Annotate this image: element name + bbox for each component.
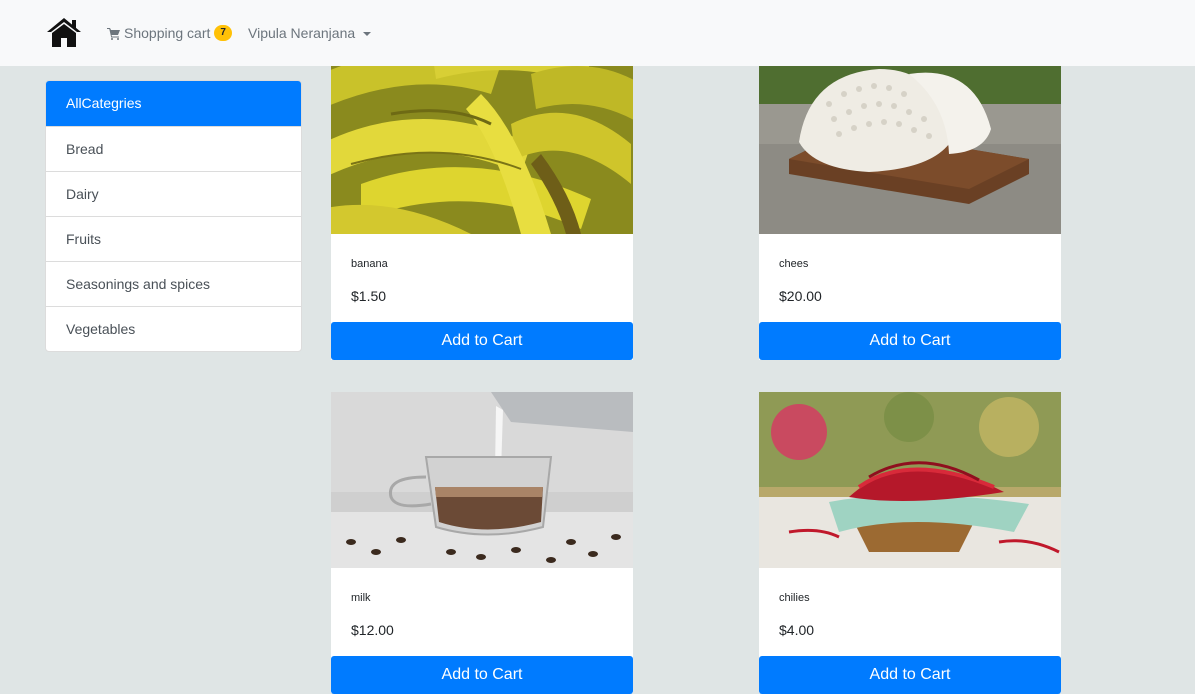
product-name: milk [351, 592, 371, 604]
add-to-cart-button[interactable]: Add to Cart [331, 322, 633, 360]
home-icon[interactable] [45, 16, 83, 48]
category-item-fruits[interactable]: Fruits [46, 216, 301, 261]
category-item-seasonings[interactable]: Seasonings and spices [46, 261, 301, 306]
add-to-cart-button[interactable]: Add to Cart [759, 656, 1061, 694]
product-name: chees [779, 258, 809, 270]
category-item-vegetables[interactable]: Vegetables [46, 306, 301, 351]
cart-count-badge: 7 [214, 25, 232, 41]
shopping-cart-icon [107, 27, 120, 40]
product-card: milk $12.00 Add to Cart [331, 392, 633, 694]
add-to-cart-button[interactable]: Add to Cart [759, 322, 1061, 360]
product-image-chilies [759, 392, 1061, 568]
category-list: AllCategries Bread Dairy Fruits Seasonin… [45, 80, 302, 352]
product-price: $1.50 [351, 288, 387, 304]
chevron-down-icon [363, 31, 372, 36]
user-name: Vipula Neranjana [248, 25, 356, 41]
product-card: chilies $4.00 Add to Cart [759, 392, 1061, 694]
product-price: $12.00 [351, 622, 394, 638]
category-item-dairy[interactable]: Dairy [46, 171, 301, 216]
shopping-cart-label: Shopping cart [124, 25, 211, 41]
product-price: $4.00 [779, 622, 815, 638]
shopping-cart-link[interactable]: Shopping cart 7 [107, 25, 232, 41]
add-to-cart-button[interactable]: Add to Cart [331, 656, 633, 694]
product-card: banana $1.50 Add to Cart [331, 34, 633, 360]
navbar: Shopping cart 7 Vipula Neranjana [0, 0, 1195, 66]
product-card: chees $20.00 Add to Cart [759, 34, 1061, 360]
product-name: banana [351, 258, 388, 270]
category-item-all[interactable]: AllCategries [46, 81, 301, 126]
product-image-milk [331, 392, 633, 568]
product-price: $20.00 [779, 288, 822, 304]
category-item-bread[interactable]: Bread [46, 126, 301, 171]
user-menu-dropdown[interactable]: Vipula Neranjana [248, 25, 372, 41]
product-name: chilies [779, 592, 810, 604]
